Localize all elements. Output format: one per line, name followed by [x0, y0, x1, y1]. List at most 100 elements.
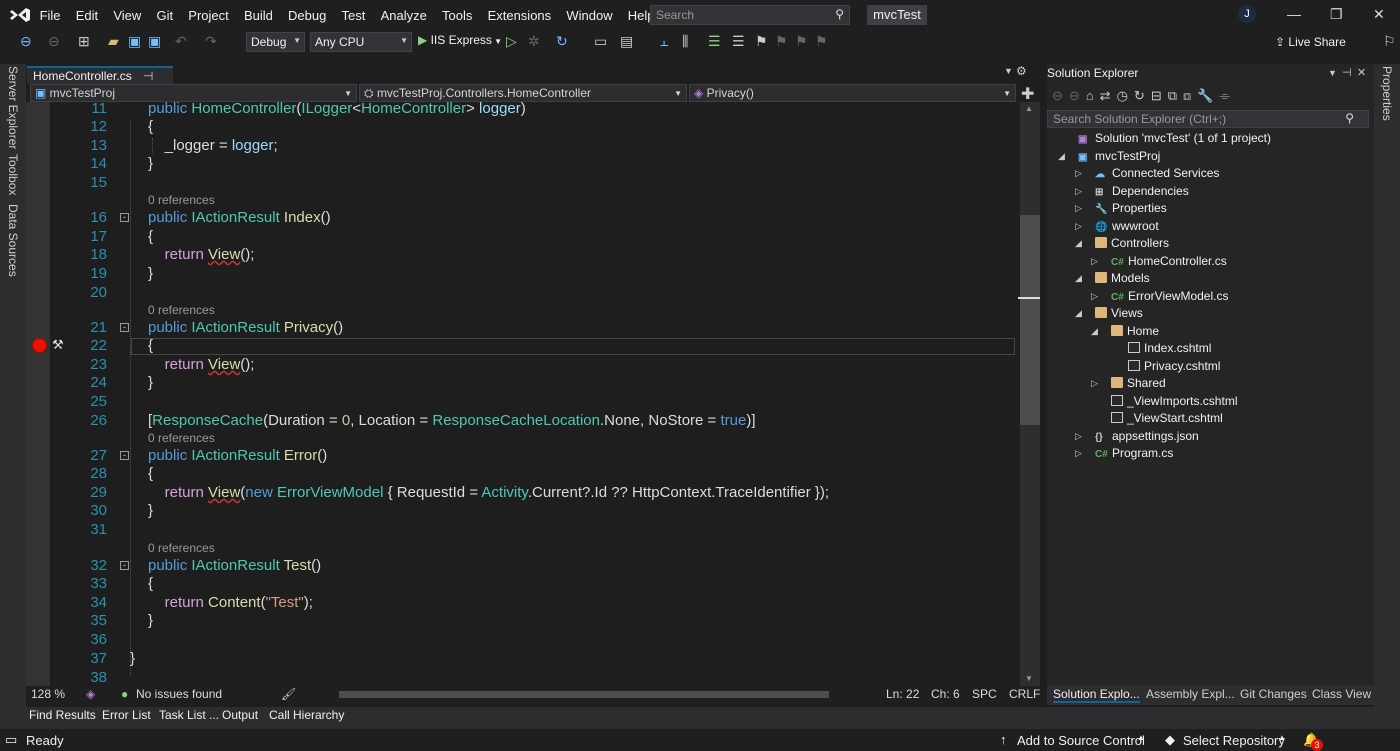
collapsed-chevron-icon[interactable]: ▷	[1075, 221, 1082, 232]
tab-error-list[interactable]: Error List	[102, 708, 151, 722]
references-codelens[interactable]: 0 references	[148, 193, 215, 207]
close-icon[interactable]: ✕	[1357, 66, 1366, 79]
line-indicator[interactable]: Ln: 22	[886, 687, 919, 701]
menu-view[interactable]: View	[106, 8, 149, 23]
tab-solution-explorer[interactable]: Solution Explo...	[1053, 687, 1140, 703]
collapse-icon[interactable]: -	[120, 213, 129, 222]
start-without-debug-icon[interactable]: ▷	[506, 33, 517, 50]
breakpoint-icon[interactable]	[32, 338, 47, 353]
line-ending-indicator[interactable]: CRLF	[1009, 687, 1040, 701]
save-icon[interactable]: ▣	[128, 33, 141, 50]
collapsed-chevron-icon[interactable]: ▷	[1075, 448, 1082, 459]
close-window-icon[interactable]: ✕	[1373, 6, 1385, 23]
tree-item[interactable]: {} appsettings.json	[1095, 428, 1199, 446]
minimize-icon[interactable]: —	[1287, 6, 1301, 22]
expanded-chevron-icon[interactable]: ◢	[1091, 326, 1098, 337]
menu-project[interactable]: Project	[181, 8, 237, 23]
tree-item[interactable]: Controllers	[1095, 235, 1169, 252]
tree-item[interactable]: C# ErrorViewModel.cs	[1111, 288, 1228, 306]
refresh-icon[interactable]: ↻	[556, 33, 568, 50]
tree-item[interactable]: Index.cshtml	[1128, 340, 1211, 357]
pending-changes-icon[interactable]: ◷	[1117, 88, 1134, 103]
breakpoint-gutter[interactable]	[26, 102, 50, 686]
add-to-source-control[interactable]: Add to Source Control	[1017, 733, 1145, 748]
scroll-up-icon[interactable]: ▲	[1025, 104, 1033, 113]
chevron-down-icon[interactable]: ▼	[1328, 68, 1337, 78]
collapsed-chevron-icon[interactable]: ▷	[1075, 168, 1082, 179]
run-button[interactable]: ▶ IIS Express ▼	[418, 33, 502, 47]
issues-status[interactable]: No issues found	[136, 687, 222, 701]
tree-item[interactable]: Views	[1095, 305, 1143, 322]
tab-assembly-explorer[interactable]: Assembly Expl...	[1146, 687, 1235, 701]
bookmark-prev-icon[interactable]: ⚑	[775, 33, 788, 50]
data-sources-tab[interactable]: Data Sources	[6, 204, 20, 277]
new-project-icon[interactable]: ⊞	[78, 33, 90, 50]
scroll-down-icon[interactable]: ▼	[1025, 674, 1033, 683]
expanded-chevron-icon[interactable]: ◢	[1075, 273, 1082, 284]
solution-search-input[interactable]: Search Solution Explorer (Ctrl+;) ⚲	[1047, 110, 1369, 128]
switch-view-icon[interactable]: ⇄	[1100, 88, 1117, 103]
undo-icon[interactable]: ↶	[175, 33, 187, 50]
save-all-icon[interactable]: ▣	[148, 33, 161, 50]
redo-icon[interactable]: ↷	[205, 33, 217, 50]
search-box[interactable]: Search ⚲	[650, 5, 850, 25]
menu-test[interactable]: Test	[334, 8, 373, 23]
bookmark-icon[interactable]: ⚑	[755, 33, 768, 50]
intellicode-icon[interactable]: ◈	[86, 687, 95, 701]
home-icon[interactable]: ⌂	[1086, 88, 1100, 103]
tree-item[interactable]: ⊞ Dependencies	[1095, 183, 1189, 201]
collapsed-chevron-icon[interactable]: ▷	[1091, 378, 1098, 389]
hot-reload-icon[interactable]: ✲	[528, 33, 540, 50]
collapsed-chevron-icon[interactable]: ▷	[1091, 291, 1098, 302]
menu-git[interactable]: Git	[149, 8, 181, 23]
forward-icon[interactable]: ⊖	[48, 33, 60, 50]
references-codelens[interactable]: 0 references	[148, 541, 215, 555]
tree-item[interactable]: Shared	[1111, 375, 1166, 392]
tab-call-hierarchy[interactable]: Call Hierarchy	[269, 708, 344, 722]
layout-icon[interactable]: ▤	[620, 33, 633, 50]
preview-icon[interactable]: ⌯	[1220, 88, 1236, 103]
brush-icon[interactable]: 🖌	[281, 687, 296, 701]
sync-icon[interactable]: ↻	[1134, 88, 1151, 103]
menu-file[interactable]: File	[32, 8, 68, 23]
zoom-level[interactable]: 128 %	[31, 687, 65, 701]
expanded-chevron-icon[interactable]: ◢	[1075, 308, 1082, 319]
collapsed-chevron-icon[interactable]: ▷	[1075, 186, 1082, 197]
properties-icon[interactable]: 🔧	[1197, 88, 1219, 103]
tab-find-results[interactable]: Find Results	[29, 708, 96, 722]
horizontal-scrollbar[interactable]	[339, 691, 829, 698]
references-codelens[interactable]: 0 references	[148, 303, 215, 317]
menu-tools[interactable]: Tools	[434, 8, 480, 23]
filter-icon[interactable]: ⧈	[1183, 88, 1197, 103]
collapse-all-icon[interactable]: ⊟	[1151, 88, 1168, 103]
tree-item[interactable]: Models	[1095, 270, 1150, 287]
column-indicator[interactable]: Ch: 6	[931, 687, 960, 701]
tree-item[interactable]: ▣ Solution 'mvcTest' (1 of 1 project)	[1078, 130, 1271, 148]
tab-class-view[interactable]: Class View	[1312, 687, 1371, 701]
show-all-files-icon[interactable]: ⧉	[1168, 88, 1183, 103]
tree-item[interactable]: ☁ Connected Services	[1095, 165, 1219, 183]
select-repository[interactable]: Select Repository	[1183, 733, 1285, 748]
comment-icon[interactable]: ☰	[708, 33, 721, 50]
pin-icon[interactable]: ⊣	[1342, 66, 1352, 79]
whitespace-indicator[interactable]: SPC	[972, 687, 997, 701]
collapse-icon[interactable]: -	[120, 323, 129, 332]
bookmark-clear-icon[interactable]: ⚑	[815, 33, 828, 50]
expanded-chevron-icon[interactable]: ◢	[1058, 151, 1065, 162]
server-explorer-tab[interactable]: Server Explorer	[6, 66, 20, 149]
live-share-button[interactable]: ⇪ Live Share	[1275, 35, 1346, 49]
tree-item[interactable]: 🌐 wwwroot	[1095, 218, 1159, 236]
expanded-chevron-icon[interactable]: ◢	[1075, 238, 1082, 249]
tab-output[interactable]: Output	[222, 708, 258, 722]
member-nav-select[interactable]: ◈ Privacy() ▼	[689, 84, 1016, 102]
restore-icon[interactable]: ❐	[1330, 6, 1343, 23]
tree-item[interactable]: _ViewStart.cshtml	[1111, 410, 1223, 427]
tree-item[interactable]: Home	[1111, 323, 1159, 340]
collapsed-chevron-icon[interactable]: ▷	[1075, 203, 1082, 214]
back-icon[interactable]: ⊖	[20, 33, 32, 50]
platform-select[interactable]: Any CPU ▼	[310, 32, 412, 52]
tree-item[interactable]: Privacy.cshtml	[1128, 358, 1220, 375]
browser-icon[interactable]: ▭	[594, 33, 607, 50]
collapsed-chevron-icon[interactable]: ▷	[1075, 431, 1082, 442]
menu-extensions[interactable]: Extensions	[480, 8, 559, 23]
